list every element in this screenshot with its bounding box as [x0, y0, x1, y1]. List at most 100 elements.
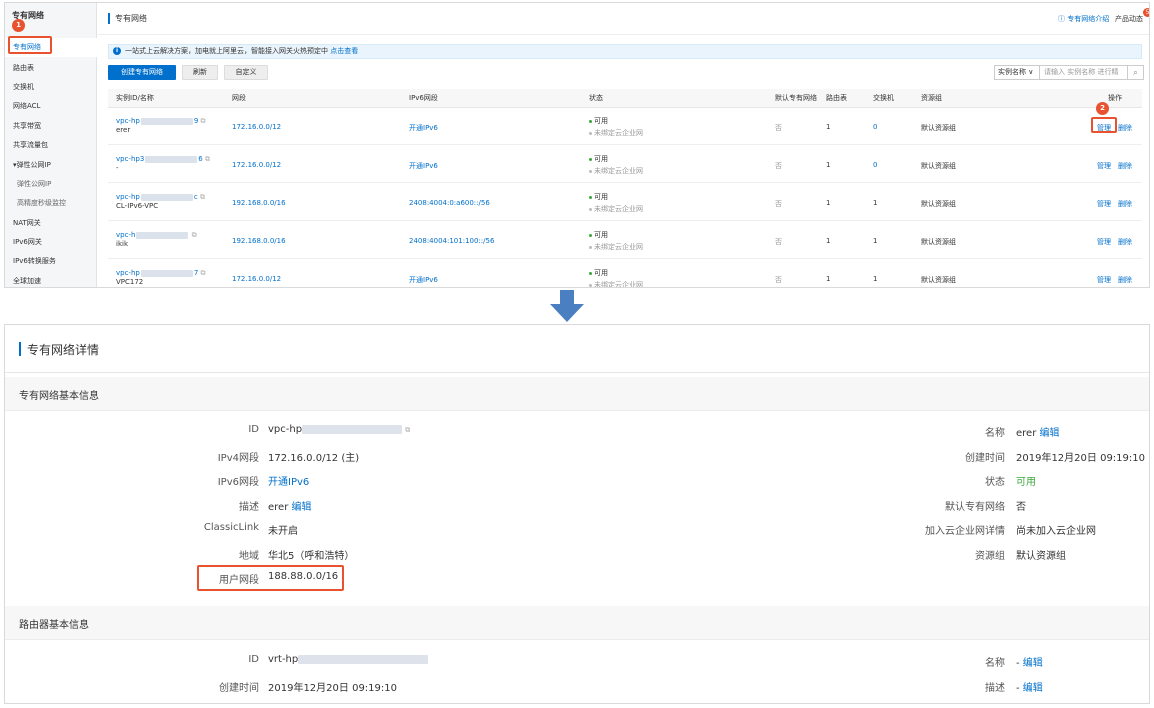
manage-link[interactable]: 管理 [1097, 161, 1111, 171]
delete-link[interactable]: 删除 [1118, 275, 1132, 285]
vswitch-count[interactable]: 0 [873, 123, 877, 131]
delete-link[interactable]: 删除 [1118, 199, 1132, 209]
detail-title-accent [19, 342, 21, 356]
status-text: 可用 [594, 155, 608, 163]
name-text: erer [1016, 428, 1037, 439]
edit-router-name-link[interactable]: 编辑 [1023, 658, 1043, 669]
cidr-link[interactable]: 172.16.0.0/12 [232, 275, 281, 283]
cen-dot-icon [589, 131, 592, 135]
copy-icon[interactable]: ⧉ [201, 117, 206, 125]
resource-group-cell: 默认资源组 [921, 200, 956, 208]
cen-text: 未绑定云企业网 [594, 205, 643, 213]
notice-text: 一站式上云解决方案，加电就上阿里云，智能接入网关火热预定中 [125, 47, 328, 55]
sidebar-item[interactable]: 交换机 [5, 78, 97, 97]
customize-button[interactable]: 自定义 [224, 65, 268, 80]
manage-link[interactable]: 管理 [1097, 237, 1111, 247]
default-vpc-cell: 否 [775, 162, 782, 170]
delete-link[interactable]: 删除 [1118, 237, 1132, 247]
table-row: vpc-hp c ⧉ CL-IPv6-VPC 192.168.0.0/16 2408:4… [108, 185, 1142, 221]
status-text: 可用 [594, 117, 608, 125]
column-header: 交换机 [873, 94, 894, 102]
step-2-badge: 2 [1096, 102, 1109, 115]
enable-ipv6-link[interactable]: 开通IPv6 [268, 473, 309, 488]
promo-notice: i 一站式上云解决方案，加电就上阿里云，智能接入网关火热预定中 点击查看 [108, 44, 1142, 59]
ipv6-cell[interactable]: 开通IPv6 [409, 275, 438, 285]
router-name-label: 名称 [985, 658, 1005, 669]
column-header: 默认专有网络 [775, 94, 817, 102]
table-row: vpc-hp 9 ⧉ erer 172.16.0.0/12 开通IPv6 可用 未绑定云企业… [108, 109, 1142, 145]
copy-icon[interactable]: ⧉ [205, 155, 210, 163]
redacted-block [298, 654, 429, 664]
help-link[interactable]: ⓘ 专有网络介绍 [1058, 14, 1109, 24]
copy-icon[interactable]: ⧉ [200, 193, 205, 201]
search-field-select[interactable]: 实例名称 ∨ [994, 65, 1040, 80]
route-table-count: 1 [826, 275, 831, 283]
default-vpc-cell: 否 [775, 200, 782, 208]
instance-id-link[interactable]: vpc-h ⧉ [116, 231, 197, 240]
edit-desc-link[interactable]: 编辑 [292, 502, 312, 513]
column-header: 实例ID/名称 [116, 94, 154, 102]
create-vpc-button[interactable]: 创建专有网络 [108, 65, 176, 80]
resource-group-label: 资源组 [975, 551, 1005, 562]
status-value: 可用 [1016, 477, 1036, 488]
default-vpc-value: 否 [1016, 502, 1026, 513]
resource-group-cell: 默认资源组 [921, 238, 956, 246]
cen-cell: 未绑定云企业网 [589, 204, 643, 214]
sidebar-item[interactable]: 网络ACL [5, 97, 97, 116]
cidr-link[interactable]: 192.168.0.0/16 [232, 199, 286, 207]
notice-link[interactable]: 点击查看 [330, 47, 358, 55]
sidebar-item[interactable]: 高精度秒级监控 [5, 194, 97, 213]
step-2-highlight [1091, 117, 1117, 133]
instance-id-link[interactable]: vpc-hp c ⧉ [116, 193, 205, 202]
instance-id-link[interactable]: vpc-hp 7 ⧉ [116, 269, 206, 278]
copy-icon[interactable]: ⧉ [405, 426, 410, 434]
step-1-badge: 1 [12, 19, 25, 32]
product-news-link[interactable]: 产品动态 [1115, 14, 1143, 24]
cidr-link[interactable]: 192.168.0.0/16 [232, 237, 286, 245]
status-text: 可用 [594, 231, 608, 239]
edit-router-desc-link[interactable]: 编辑 [1023, 683, 1043, 694]
step-1-highlight [8, 36, 52, 54]
ipv6-cell[interactable]: 开通IPv6 [409, 123, 438, 133]
router-desc-label: 描述 [985, 683, 1005, 694]
ipv4-value: 172.16.0.0/12 (主) [268, 453, 360, 464]
manage-link[interactable]: 管理 [1097, 199, 1111, 209]
sidebar-item[interactable]: 弹性公网IP [5, 175, 97, 194]
instance-id-link[interactable]: vpc-hp 9 ⧉ [116, 117, 206, 126]
classiclink-label: ClassicLink [203, 522, 259, 533]
name-value: erer 编辑 [1016, 424, 1060, 439]
copy-icon[interactable]: ⧉ [201, 269, 206, 277]
redacted-block [302, 424, 403, 434]
sidebar-item[interactable]: NAT网关 [5, 214, 97, 233]
edit-name-link[interactable]: 编辑 [1040, 428, 1060, 439]
column-header: 路由表 [826, 94, 847, 102]
refresh-button[interactable]: 刷新 [182, 65, 218, 80]
sidebar-item[interactable]: 全球加速 [5, 272, 97, 287]
ipv6-cell[interactable]: 开通IPv6 [409, 161, 438, 171]
search-input[interactable]: 请输入 实例名称 进行精 [1040, 65, 1128, 80]
sidebar-item[interactable]: IPv6网关 [5, 233, 97, 252]
redacted-block [145, 155, 198, 163]
vswitch-count: 1 [873, 237, 878, 245]
sidebar-item[interactable]: IPv6转换服务 [5, 252, 97, 271]
ipv6-cell[interactable]: 2408:4004:0:a600::/56 [409, 199, 490, 207]
router-name-text: - [1016, 658, 1020, 669]
delete-link[interactable]: 删除 [1118, 161, 1132, 171]
sidebar-item[interactable]: ▾弹性公网IP [5, 156, 97, 175]
vpc-info-section-bar: 专有网络基本信息 [5, 377, 1149, 411]
cen-dot-icon [589, 283, 592, 287]
search-icon[interactable]: ⌕ [1128, 65, 1144, 80]
copy-icon[interactable]: ⧉ [192, 231, 197, 239]
router-created-value: 2019年12月20日 09:19:10 [268, 683, 397, 694]
route-table-count: 1 [826, 123, 831, 131]
ipv6-cell[interactable]: 2408:4004:101:100::/56 [409, 237, 494, 245]
instance-id-link[interactable]: vpc-hp3 6 ⧉ [116, 155, 210, 164]
cidr-link[interactable]: 172.16.0.0/12 [232, 123, 281, 131]
sidebar-item[interactable]: 共享流量包 [5, 136, 97, 155]
manage-link[interactable]: 管理 [1097, 275, 1111, 285]
vswitch-count[interactable]: 0 [873, 161, 877, 169]
cidr-link[interactable]: 172.16.0.0/12 [232, 161, 281, 169]
sidebar-item[interactable]: 共享带宽 [5, 117, 97, 136]
sidebar-item[interactable]: 路由表 [5, 59, 97, 78]
delete-link[interactable]: 删除 [1118, 123, 1132, 133]
